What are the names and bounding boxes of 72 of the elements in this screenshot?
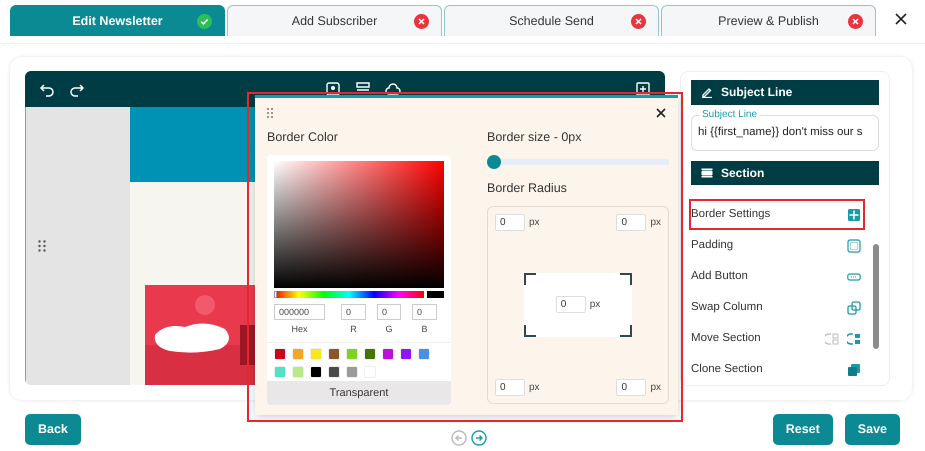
close-icon[interactable] bbox=[895, 13, 907, 25]
unit-label: px bbox=[590, 298, 600, 312]
color-swatch[interactable] bbox=[400, 348, 412, 360]
color-swatch[interactable] bbox=[382, 348, 394, 360]
step-tab[interactable]: Edit Newsletter bbox=[10, 5, 225, 36]
color-swatch[interactable] bbox=[418, 348, 430, 360]
saturation-area[interactable] bbox=[274, 160, 444, 288]
color-swatch[interactable] bbox=[274, 366, 286, 378]
color-swatch[interactable] bbox=[310, 366, 322, 378]
save-button[interactable]: Save bbox=[844, 414, 900, 444]
unit-label: px bbox=[529, 216, 540, 230]
pencil-icon bbox=[701, 86, 713, 98]
color-swatch[interactable] bbox=[328, 348, 340, 360]
radius-field[interactable]: 0 bbox=[495, 214, 525, 230]
close-icon[interactable] bbox=[656, 108, 666, 118]
step-tab[interactable]: Schedule Send bbox=[444, 5, 659, 36]
header-title: Subject Line bbox=[721, 84, 792, 102]
step-tab[interactable]: Preview & Publish bbox=[661, 5, 876, 36]
swap-icon[interactable] bbox=[847, 300, 861, 314]
radius-field[interactable]: 0 bbox=[616, 378, 646, 396]
channel-label: B bbox=[421, 322, 428, 336]
channel-label: Hex bbox=[291, 322, 308, 336]
menu-item[interactable]: Border Settings bbox=[689, 199, 865, 230]
color-swatch[interactable] bbox=[292, 366, 304, 378]
header-title: Section bbox=[721, 164, 764, 182]
grid-icon[interactable] bbox=[847, 208, 861, 222]
hue-thumb[interactable] bbox=[274, 290, 277, 298]
step-tab[interactable]: Add Subscriber bbox=[227, 5, 442, 36]
copy-icon[interactable] bbox=[847, 362, 861, 376]
next-icon[interactable] bbox=[470, 430, 487, 446]
color-value-field[interactable]: 0 bbox=[341, 304, 366, 320]
back-button[interactable]: Back bbox=[25, 414, 81, 444]
reset-button[interactable]: Reset bbox=[772, 414, 833, 444]
color-value-field[interactable]: 0 bbox=[377, 304, 401, 320]
section-title: Border Radius bbox=[487, 180, 568, 197]
section-title: Border Color bbox=[267, 129, 339, 146]
menu-item[interactable]: Add Button bbox=[689, 261, 865, 292]
unit-label: px bbox=[529, 380, 540, 394]
slider-thumb[interactable] bbox=[487, 154, 501, 169]
unit-label: px bbox=[650, 380, 661, 394]
move-icon[interactable] bbox=[847, 332, 861, 346]
menu-item[interactable]: Swap Column bbox=[689, 292, 865, 323]
radius-field[interactable]: 0 bbox=[556, 296, 586, 313]
drag-handle-icon[interactable] bbox=[267, 108, 273, 118]
padding-icon[interactable] bbox=[847, 238, 861, 252]
menu-item[interactable]: Padding bbox=[689, 230, 865, 261]
color-swatch[interactable] bbox=[328, 366, 340, 378]
color-value-field[interactable]: 0 bbox=[412, 304, 437, 320]
color-swatch[interactable] bbox=[274, 348, 286, 360]
field-value: hi {{first_name}} don't miss our s bbox=[698, 124, 863, 140]
unit-label: px bbox=[650, 216, 661, 230]
add-block-icon[interactable] bbox=[635, 81, 651, 97]
color-swatch[interactable] bbox=[292, 348, 304, 360]
transparent-button[interactable]: Transparent bbox=[267, 380, 451, 405]
channel-label: R bbox=[350, 322, 357, 336]
menu-item[interactable]: Clone Section bbox=[689, 354, 865, 385]
cloud-icon[interactable] bbox=[385, 81, 401, 97]
menu-item[interactable]: Move Section bbox=[689, 323, 865, 354]
color-swatch[interactable] bbox=[346, 366, 358, 378]
color-swatch[interactable] bbox=[346, 348, 358, 360]
channel-label: G bbox=[385, 322, 392, 336]
drag-handle-icon[interactable] bbox=[38, 240, 46, 252]
section-icon bbox=[701, 168, 713, 178]
radius-field[interactable]: 0 bbox=[495, 378, 525, 396]
field-label: Subject Line bbox=[699, 110, 760, 120]
scrollbar[interactable] bbox=[873, 244, 879, 349]
color-swatch[interactable] bbox=[364, 348, 376, 360]
color-value-field[interactable]: 000000 bbox=[274, 304, 325, 320]
color-swatch[interactable] bbox=[310, 348, 322, 360]
image-icon[interactable] bbox=[325, 81, 341, 97]
section-title: Border size - 0px bbox=[487, 129, 582, 146]
radius-field[interactable]: 0 bbox=[616, 214, 646, 230]
